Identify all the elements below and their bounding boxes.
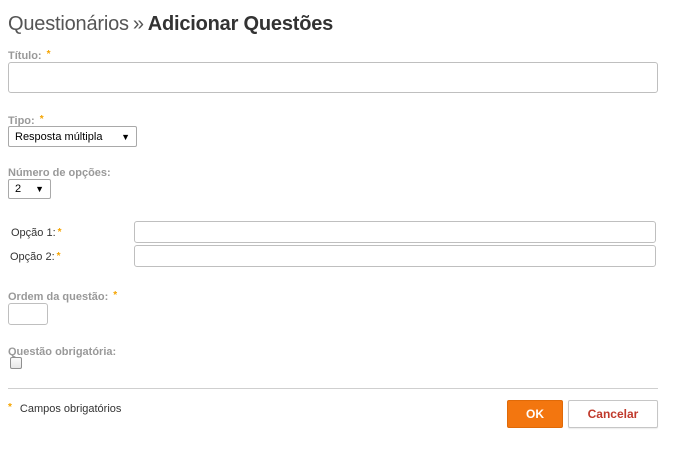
ordem-input[interactable] [8, 303, 48, 325]
required-marker: * [46, 49, 51, 60]
num-opcoes-select[interactable]: 2 ▼ [8, 179, 51, 199]
ordem-label-text: Ordem da questão: [8, 291, 109, 303]
titulo-label: Título: * [8, 49, 51, 62]
tipo-selected-value: Resposta múltipla [15, 130, 103, 143]
divider [8, 388, 658, 389]
opcao2-label: Opção 2: * [10, 251, 61, 263]
cancel-button-label: Cancelar [587, 407, 639, 421]
opcao1-input[interactable] [134, 221, 656, 243]
breadcrumb-current: Adicionar Questões [147, 13, 334, 35]
opcao2-label-text: Opção 2: [10, 251, 55, 263]
ordem-label: Ordem da questão: * [8, 290, 118, 303]
chevron-down-icon: ▼ [35, 184, 44, 194]
chevron-down-icon: ▼ [121, 131, 130, 142]
tipo-select[interactable]: Resposta múltipla ▼ [8, 126, 137, 147]
opcao1-label-text: Opção 1: [11, 227, 56, 239]
required-marker: * [57, 227, 62, 238]
titulo-input[interactable] [8, 62, 658, 93]
ok-button[interactable]: OK [507, 400, 563, 428]
required-marker: * [113, 290, 118, 301]
opcao2-input[interactable] [134, 245, 656, 267]
required-legend-text: Campos obrigatórios [19, 403, 122, 415]
opcao1-label: Opção 1: * [11, 227, 62, 239]
required-marker: * [56, 251, 61, 262]
cancel-button[interactable]: Cancelar [568, 400, 658, 428]
num-opcoes-label: Número de opções: [8, 167, 111, 179]
ok-button-label: OK [526, 407, 544, 421]
page-title: Questionários» Adicionar Questões [8, 13, 333, 36]
required-marker: * [8, 402, 12, 413]
num-opcoes-label-text: Número de opções: [8, 167, 111, 179]
required-legend: * Campos obrigatórios [8, 402, 122, 415]
obrigatoria-label: Questão obrigatória: [8, 346, 116, 358]
breadcrumb-questionarios[interactable]: Questionários [8, 13, 129, 35]
obrigatoria-checkbox[interactable] [10, 357, 22, 369]
titulo-label-text: Título: [8, 50, 42, 62]
obrigatoria-label-text: Questão obrigatória: [8, 346, 117, 358]
breadcrumb-separator: » [132, 13, 144, 35]
required-marker: * [39, 114, 44, 125]
num-opcoes-selected-value: 2 [15, 183, 22, 195]
